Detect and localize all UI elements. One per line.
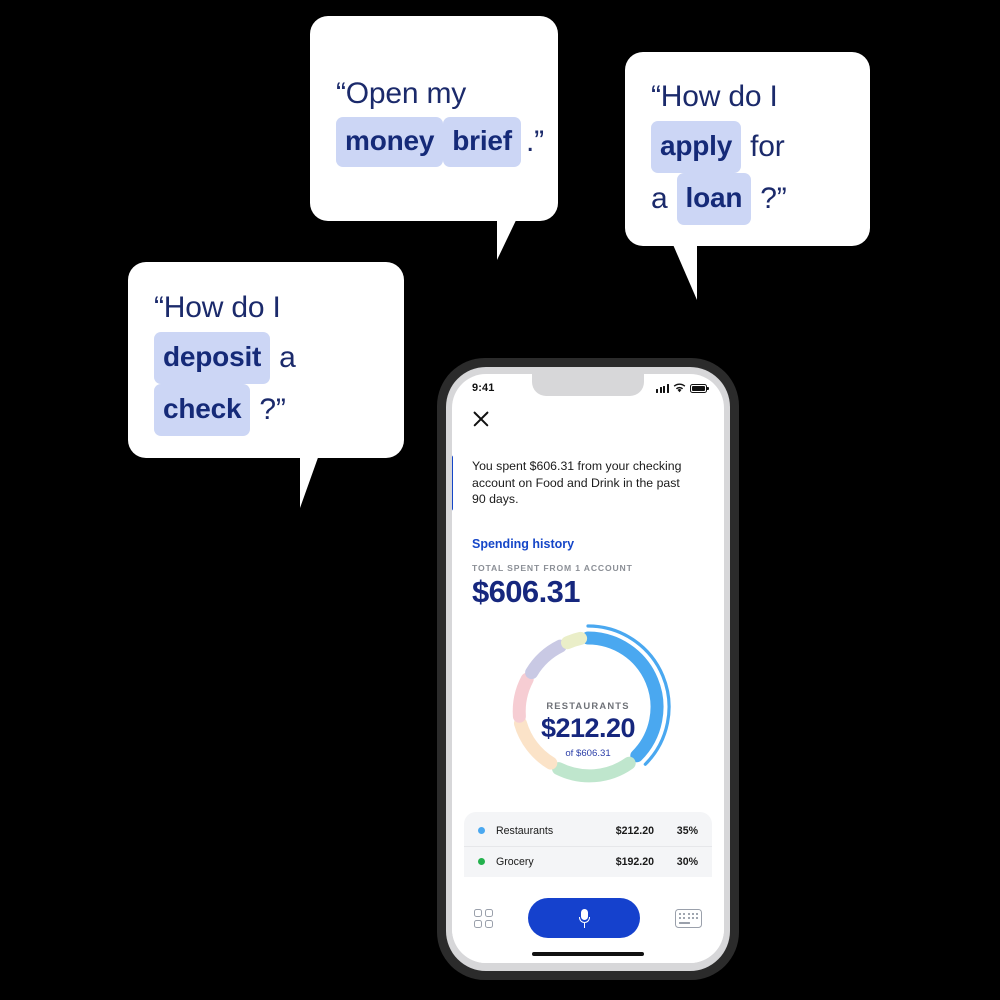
phone-mockup: 9:41 You spent $606.31 from your checkin…: [437, 358, 739, 980]
donut-center-label: RESTAURANTS $212.20 of $606.31: [508, 700, 668, 759]
bubble-line: “Open my: [336, 71, 532, 117]
speech-bubble-apply-loan: “How do I apply for a loan ?”: [625, 52, 870, 246]
bubble-highlight-brief: brief: [443, 116, 521, 167]
bubble-text: “Open my: [336, 76, 467, 110]
bubble-line: “How do I: [154, 284, 378, 332]
table-row[interactable]: Restaurants $212.20 35%: [464, 816, 712, 847]
category-amount: $192.20: [615, 855, 654, 868]
bubble-line: a loan ?”: [651, 173, 844, 225]
donut-segment-grocery[interactable]: [552, 756, 636, 782]
speech-bubble-deposit-check: “How do I deposit a check ?”: [128, 262, 404, 458]
bubble-text: for: [750, 130, 785, 163]
bubble-text: “How do I: [651, 80, 778, 113]
category-percent: 35%: [676, 824, 698, 837]
category-color-dot: [478, 858, 485, 865]
speech-bubble-tail: [300, 452, 342, 508]
bubble-line: deposit a: [154, 332, 378, 384]
bubble-text: a: [279, 341, 296, 374]
donut-category-subtext: of $606.31: [565, 747, 611, 759]
microphone-button[interactable]: [528, 898, 640, 938]
category-name: Restaurants: [496, 824, 554, 837]
status-bar: 9:41: [452, 374, 724, 400]
bubble-highlight-loan: loan: [676, 173, 752, 225]
bubble-line: check ?”: [154, 384, 378, 436]
bubble-highlight-check: check: [154, 384, 251, 436]
speech-bubble-tail: [653, 240, 697, 300]
donut-segment-5[interactable]: [525, 639, 567, 679]
total-spent-amount: $606.31: [472, 573, 580, 609]
battery-icon: [690, 383, 709, 393]
category-percent: 30%: [676, 855, 698, 868]
table-row[interactable]: Grocery $192.20 30%: [464, 847, 712, 877]
donut-category-name: RESTAURANTS: [546, 699, 630, 711]
bubble-text: a: [651, 182, 668, 215]
close-row: [452, 400, 724, 433]
status-clock: 9:41: [472, 382, 495, 394]
cellular-bars-icon: [655, 383, 669, 393]
wifi-icon: [673, 383, 686, 393]
donut-segment-6[interactable]: [561, 631, 588, 649]
bubble-text: “How do I: [154, 291, 281, 324]
category-amount: $212.20: [615, 824, 654, 837]
close-icon[interactable]: [472, 410, 490, 428]
donut-chart: RESTAURANTS $212.20 of $606.31: [452, 616, 724, 808]
donut-category-amount: $212.20: [540, 712, 636, 743]
bubble-highlight-apply: apply: [651, 121, 742, 173]
category-color-dot: [478, 827, 485, 834]
grid-icon[interactable]: [474, 908, 493, 928]
answer-accent-bar: [452, 455, 453, 511]
keyboard-icon[interactable]: [675, 908, 702, 928]
assistant-answer: You spent $606.31 from your checking acc…: [452, 455, 708, 511]
category-name: Grocery: [496, 855, 534, 868]
bubble-line: apply for: [651, 121, 844, 173]
bubble-text: .”: [525, 124, 544, 158]
speech-bubble-tail: [497, 214, 535, 260]
phone-screen: 9:41 You spent $606.31 from your checkin…: [452, 374, 724, 963]
speech-bubble-money-brief: “Open my money brief .”: [310, 16, 558, 221]
bubble-text: ?”: [259, 393, 286, 426]
category-breakdown-list: Restaurants $212.20 35% Grocery $192.20 …: [464, 811, 712, 877]
microphone-icon: [578, 908, 590, 928]
total-spent-label: TOTAL SPENT FROM 1 ACCOUNT: [472, 562, 633, 573]
bubble-highlight-deposit: deposit: [154, 332, 271, 384]
answer-text: You spent $606.31 from your checking acc…: [472, 459, 682, 506]
bubble-highlight-money: money: [336, 116, 444, 167]
spending-history-link[interactable]: Spending history: [472, 537, 574, 551]
bubble-text: ?”: [760, 182, 787, 215]
home-indicator: [532, 951, 644, 956]
status-icons: [655, 383, 709, 393]
bubble-line: money brief .”: [336, 116, 544, 167]
poster-stage: “Open my money brief .” “How do I apply …: [0, 0, 1000, 1000]
bubble-line: “How do I: [651, 73, 844, 121]
phone-bezel: 9:41 You spent $606.31 from your checkin…: [446, 367, 730, 971]
